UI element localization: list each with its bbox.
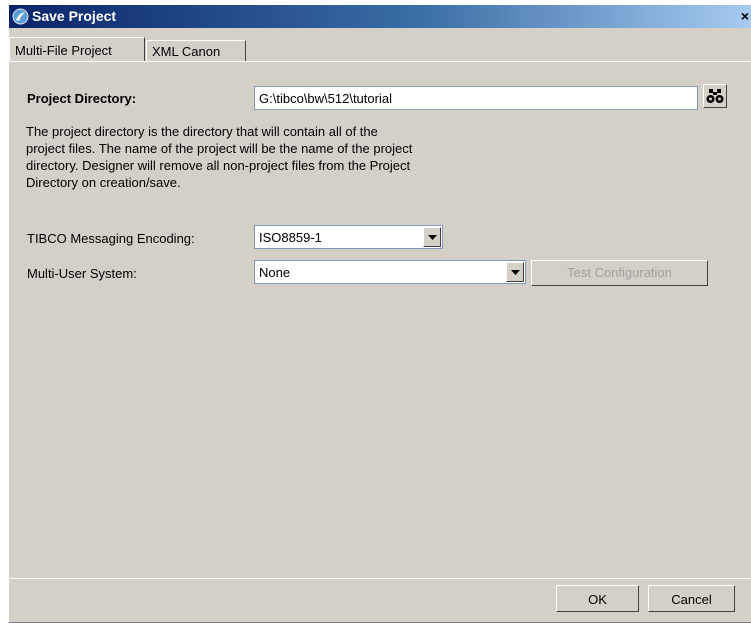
binoculars-icon: [706, 89, 724, 107]
browse-button[interactable]: [703, 84, 727, 108]
save-project-dialog: Save Project × Multi-File Project XML Ca…: [8, 5, 751, 623]
tab-multi-file-project[interactable]: Multi-File Project: [9, 37, 145, 61]
project-directory-description: The project directory is the directory t…: [26, 124, 413, 190]
multi-user-system-value: None: [259, 265, 291, 280]
tab-panel: Project Directory: The project directory…: [9, 61, 751, 579]
encoding-select[interactable]: ISO8859-1: [254, 225, 443, 249]
encoding-value: ISO8859-1: [259, 230, 322, 245]
project-directory-label: Project Directory:: [27, 91, 137, 106]
window-title: Save Project: [32, 8, 117, 24]
test-configuration-button[interactable]: Test Configuration: [531, 260, 708, 286]
button-bar-separator: [9, 578, 751, 579]
encoding-label: TIBCO Messaging Encoding:: [27, 231, 195, 246]
tibco-logo-icon: [12, 8, 29, 25]
project-directory-input[interactable]: [254, 86, 698, 110]
title-bar[interactable]: Save Project ×: [9, 5, 751, 28]
tab-xml-canon[interactable]: XML Canon: [146, 40, 246, 62]
chevron-down-icon[interactable]: [506, 262, 524, 282]
multi-user-system-select[interactable]: None: [254, 260, 526, 284]
chevron-down-icon[interactable]: [423, 227, 441, 247]
cancel-button[interactable]: Cancel: [648, 585, 735, 612]
close-button[interactable]: ×: [737, 8, 751, 24]
ok-button[interactable]: OK: [556, 585, 639, 612]
multi-user-system-label: Multi-User System:: [27, 266, 137, 281]
